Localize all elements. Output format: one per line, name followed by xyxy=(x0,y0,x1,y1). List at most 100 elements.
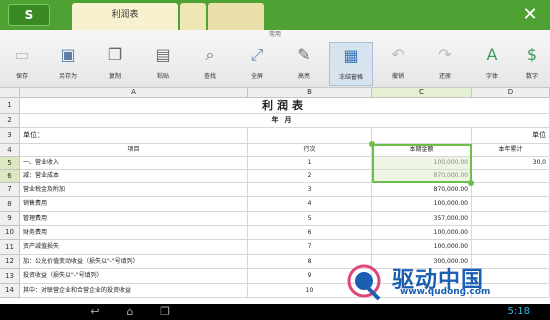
item-cell[interactable]: 加：公允价值变动收益（损失以"-"号填列） xyxy=(20,255,248,269)
row-header[interactable]: 9 xyxy=(0,212,20,226)
item-cell[interactable]: 财务费用 xyxy=(20,226,248,240)
item-cell[interactable]: 销售费用 xyxy=(20,197,248,212)
row-header[interactable]: 6 xyxy=(0,170,20,183)
row-header[interactable]: 5 xyxy=(0,157,20,170)
undo-label: 撤销 xyxy=(391,73,404,80)
tab-document[interactable]: 利润表 xyxy=(72,3,178,30)
header-row-no[interactable]: 行次 xyxy=(248,144,372,157)
toolbar-caption: 常用 xyxy=(268,31,281,38)
select-all-corner[interactable] xyxy=(0,88,20,98)
current-amount-cell[interactable]: 870,000.00 xyxy=(372,183,472,197)
fullscreen-icon: ⤢ xyxy=(250,45,264,64)
row-header[interactable]: 7 xyxy=(0,183,20,197)
toolbar: 常用 ▭ 保存 ▣ 另存为 ❐ 复制 ▤ 粘贴 ⌕ 查找 ⤢ 全屏 ✎ 高亮 ▦… xyxy=(0,30,550,88)
tab-placeholder[interactable] xyxy=(208,3,264,30)
redo-button[interactable]: ↷ 还原 xyxy=(423,42,467,86)
row-header[interactable]: 11 xyxy=(0,240,20,255)
current-amount-cell[interactable]: 100,000.00 xyxy=(372,226,472,240)
row-header[interactable]: 8 xyxy=(0,197,20,212)
ytd-amount-cell[interactable] xyxy=(472,197,550,212)
ytd-amount-cell[interactable] xyxy=(472,240,550,255)
number-format-icon: $ xyxy=(526,45,538,64)
find-button[interactable]: ⌕ 查找 xyxy=(188,42,232,86)
back-icon[interactable]: ↩ xyxy=(85,305,105,319)
selection-handle-bottom-right[interactable] xyxy=(468,180,474,186)
row-header[interactable]: 14 xyxy=(0,284,20,298)
save-label: 保存 xyxy=(15,73,28,80)
home-icon[interactable]: ⌂ xyxy=(120,305,140,319)
sheet-title[interactable]: 利润表 xyxy=(20,98,550,114)
font-button[interactable]: A 字体 xyxy=(470,42,514,86)
sheet-subtitle[interactable]: 年月 xyxy=(20,114,550,128)
undo-button[interactable]: ↶ 撤销 xyxy=(376,42,420,86)
row-header[interactable]: 1 xyxy=(0,98,20,114)
status-time: 5:18 xyxy=(507,306,530,317)
ytd-amount-cell[interactable] xyxy=(472,212,550,226)
unit-label-d[interactable]: 单位 xyxy=(472,128,550,144)
item-cell[interactable]: 营业税金及附加 xyxy=(20,183,248,197)
fullscreen-label: 全屏 xyxy=(250,73,263,80)
cell-selection[interactable] xyxy=(372,144,472,183)
current-amount-cell[interactable]: 357,000.00 xyxy=(372,212,472,226)
item-cell[interactable]: 管理费用 xyxy=(20,212,248,226)
highlight-button[interactable]: ✎ 高亮 xyxy=(282,42,326,86)
watermark-logo xyxy=(347,264,381,301)
item-cell[interactable]: 投资收益（损失以"-"号填列） xyxy=(20,269,248,284)
table-cell[interactable] xyxy=(372,128,472,144)
item-cell[interactable]: 其中：对联营企业和合营企业的投资收益 xyxy=(20,284,248,298)
font-label: 字体 xyxy=(485,73,498,80)
header-item[interactable]: 项目 xyxy=(20,144,248,157)
highlight-icon: ✎ xyxy=(297,45,311,64)
column-header-a[interactable]: A xyxy=(20,88,248,98)
current-amount-cell[interactable]: 100,000.00 xyxy=(372,240,472,255)
copy-button[interactable]: ❐ 复制 xyxy=(93,42,137,86)
redo-icon: ↷ xyxy=(438,45,452,64)
selection-handle-top-left[interactable] xyxy=(369,141,375,147)
row-header[interactable]: 3 xyxy=(0,128,20,144)
row-no-cell[interactable]: 6 xyxy=(248,226,372,240)
current-amount-cell[interactable]: 100,000.00 xyxy=(372,197,472,212)
save-button[interactable]: ▭ 保存 xyxy=(0,42,44,86)
paste-button[interactable]: ▤ 粘贴 xyxy=(141,42,185,86)
redo-label: 还原 xyxy=(438,73,451,80)
undo-icon: ↶ xyxy=(391,45,405,64)
row-no-cell[interactable]: 5 xyxy=(248,212,372,226)
tab-placeholder[interactable] xyxy=(180,3,206,30)
paste-label: 粘贴 xyxy=(156,73,169,80)
ytd-amount-cell[interactable] xyxy=(472,170,550,183)
header-ytd[interactable]: 本年累计 xyxy=(472,144,550,157)
row-no-cell[interactable]: 7 xyxy=(248,240,372,255)
row-header[interactable]: 4 xyxy=(0,144,20,157)
ytd-amount-cell[interactable] xyxy=(472,226,550,240)
row-no-cell[interactable]: 4 xyxy=(248,197,372,212)
fullscreen-button[interactable]: ⤢ 全屏 xyxy=(235,42,279,86)
row-no-cell[interactable]: 3 xyxy=(248,183,372,197)
item-cell[interactable]: 减：营业成本 xyxy=(20,170,248,183)
close-icon[interactable]: ✕ xyxy=(520,5,540,25)
row-header[interactable]: 13 xyxy=(0,269,20,284)
find-icon: ⌕ xyxy=(205,45,215,64)
column-header-b[interactable]: B xyxy=(248,88,372,98)
item-cell[interactable]: 资产减值损失 xyxy=(20,240,248,255)
row-no-cell[interactable]: 2 xyxy=(248,170,372,183)
unit-label[interactable]: 单位： xyxy=(20,128,248,144)
freeze-panes-button[interactable]: ▦ 冻结窗格 xyxy=(329,42,373,86)
font-icon: A xyxy=(486,45,498,64)
column-header-d[interactable]: D xyxy=(472,88,550,98)
ytd-amount-cell[interactable] xyxy=(472,183,550,197)
app-logo[interactable]: S xyxy=(8,4,50,26)
number-format-button[interactable]: $ 数字 xyxy=(514,42,550,86)
row-header[interactable]: 12 xyxy=(0,255,20,269)
save-as-icon: ▣ xyxy=(60,45,76,64)
row-no-cell[interactable]: 1 xyxy=(248,157,372,170)
save-as-button[interactable]: ▣ 另存为 xyxy=(46,42,90,86)
row-header[interactable]: 2 xyxy=(0,114,20,128)
ytd-amount-cell[interactable]: 30,0 xyxy=(472,157,550,170)
watermark-url: www.qudong.com xyxy=(400,287,491,297)
recent-apps-icon[interactable]: ❐ xyxy=(155,305,175,319)
item-cell[interactable]: 一、营业收入 xyxy=(20,157,248,170)
row-header[interactable]: 10 xyxy=(0,226,20,240)
table-cell[interactable] xyxy=(248,128,372,144)
column-header-c[interactable]: C xyxy=(372,88,472,98)
save-as-label: 另存为 xyxy=(58,73,77,80)
